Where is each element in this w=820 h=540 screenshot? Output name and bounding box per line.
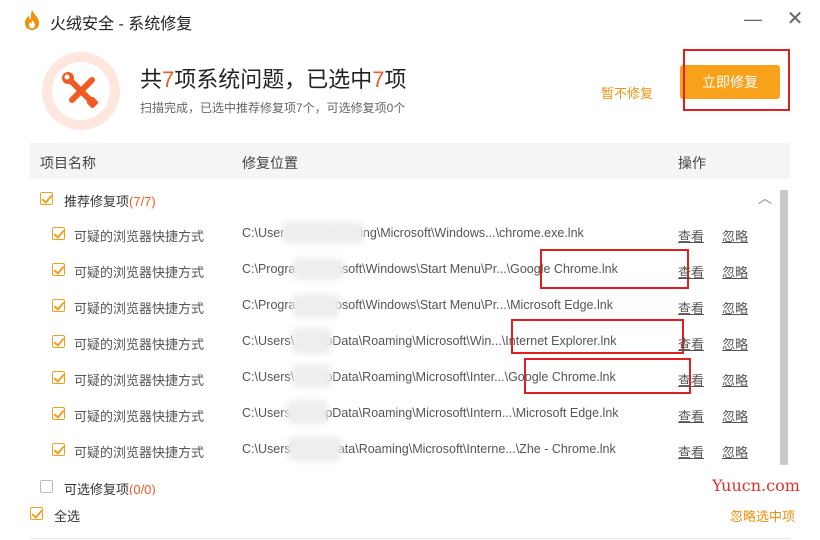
group-recommended[interactable]: 推荐修复项(7/7) ︿ (30, 182, 790, 216)
view-link[interactable]: 查看 (678, 262, 704, 281)
row-name: 可疑的浏览器快捷方式 (74, 301, 205, 316)
view-link[interactable]: 查看 (678, 298, 704, 317)
group-optional-label: 可选修复项(0/0) (64, 479, 156, 496)
summary-title-middle: 项系统问题，已选中 (174, 67, 373, 92)
privacy-blur (282, 222, 364, 244)
huorong-logo-icon (25, 10, 39, 30)
row-name: 可疑的浏览器快捷方式 (74, 445, 205, 460)
select-all-label[interactable]: 全选 (54, 506, 80, 525)
row-name: 可疑的浏览器快捷方式 (74, 265, 205, 280)
view-link[interactable]: 查看 (678, 442, 704, 461)
group-recommended-checkbox[interactable] (40, 192, 53, 205)
column-header-name: 项目名称 (40, 155, 96, 171)
chevron-up-icon[interactable]: ︿ (758, 188, 772, 208)
table-row: 可疑的浏览器快捷方式 C:\User…Data\Roaming\Microsof… (30, 216, 780, 252)
table-row: 可疑的浏览器快捷方式 C:\Users\…\AppData\Roaming\Mi… (30, 396, 780, 432)
ignore-link[interactable]: 忽略 (722, 442, 748, 461)
ignore-selected-link[interactable]: 忽略选中项 (730, 506, 795, 525)
skip-repair-link[interactable]: 暂不修复 (601, 83, 653, 102)
repair-list: 可疑的浏览器快捷方式 C:\User…Data\Roaming\Microsof… (30, 216, 780, 468)
privacy-blur (286, 400, 328, 424)
row-name: 可疑的浏览器快捷方式 (74, 229, 205, 244)
repair-badge-inner (52, 62, 110, 120)
row-name: 可疑的浏览器快捷方式 (74, 409, 205, 424)
repair-badge (42, 52, 120, 130)
view-link[interactable]: 查看 (678, 226, 704, 245)
summary-title-suffix: 项 (384, 67, 407, 92)
select-all-checkbox[interactable] (30, 507, 43, 520)
summary-title-prefix: 共 (140, 67, 163, 92)
ignore-link[interactable]: 忽略 (722, 226, 748, 245)
group-optional[interactable]: 可选修复项(0/0) (30, 476, 770, 496)
footer-bar: 全选 忽略选中项 (0, 495, 820, 540)
ignore-link[interactable]: 忽略 (722, 370, 748, 389)
table-row: 可疑的浏览器快捷方式 C:\Users\…AppData\Roaming\Mic… (30, 432, 780, 468)
row-checkbox[interactable] (52, 227, 65, 240)
summary-subtitle: 扫描完成，已选中推荐修复项7个，可选修复项0个 (140, 101, 406, 115)
selected-count: 7 (372, 67, 385, 92)
ignore-link[interactable]: 忽略 (722, 262, 748, 281)
row-checkbox[interactable] (52, 371, 65, 384)
row-checkbox[interactable] (52, 263, 65, 276)
privacy-blur (292, 294, 340, 318)
row-checkbox[interactable] (52, 335, 65, 348)
row-checkbox[interactable] (52, 407, 65, 420)
table-row: 可疑的浏览器快捷方式 C:\Progra…\Microsoft\Windows\… (30, 288, 780, 324)
row-checkbox[interactable] (52, 443, 65, 456)
footer-divider (30, 538, 790, 539)
privacy-blur (292, 364, 332, 388)
row-checkbox[interactable] (52, 299, 65, 312)
ignore-link[interactable]: 忽略 (722, 406, 748, 425)
ignore-link[interactable]: 忽略 (722, 334, 748, 353)
table-row: 可疑的浏览器快捷方式 C:\Progra…\Microsoft\Windows\… (30, 252, 780, 288)
column-header-action: 操作 (678, 155, 706, 171)
minimize-button[interactable]: — (742, 8, 764, 30)
total-count: 7 (162, 67, 175, 92)
close-button[interactable]: ✕ (784, 8, 806, 30)
table-header: 项目名称 修复位置 操作 (30, 143, 790, 179)
group-recommended-count: (7/7) (129, 194, 156, 209)
view-link[interactable]: 查看 (678, 406, 704, 425)
view-link[interactable]: 查看 (678, 370, 704, 389)
table-row: 可疑的浏览器快捷方式 C:\Users\…\AppData\Roaming\Mi… (30, 324, 780, 360)
view-link[interactable]: 查看 (678, 334, 704, 353)
privacy-blur (288, 436, 342, 462)
group-recommended-label: 推荐修复项(7/7) (64, 191, 156, 210)
window-title: 火绒安全 - 系统修复 (50, 16, 193, 33)
group-optional-checkbox[interactable] (40, 480, 53, 493)
row-name: 可疑的浏览器快捷方式 (74, 337, 205, 352)
privacy-blur (292, 258, 344, 280)
summary-title: 共7项系统问题，已选中7项 (140, 62, 407, 94)
privacy-blur (292, 328, 332, 354)
group-optional-title: 可选修复项 (64, 482, 130, 496)
table-row: 可疑的浏览器快捷方式 C:\Users\…\AppData\Roaming\Mi… (30, 360, 780, 396)
group-recommended-title: 推荐修复项 (64, 194, 130, 209)
title-bar: 火绒安全 - 系统修复 — ✕ (0, 0, 820, 40)
row-name: 可疑的浏览器快捷方式 (74, 373, 205, 388)
group-optional-count: (0/0) (129, 482, 156, 496)
fix-now-button[interactable]: 立即修复 (680, 65, 780, 99)
watermark: Yuucn.com (712, 476, 800, 495)
ignore-link[interactable]: 忽略 (722, 298, 748, 317)
scrollbar-thumb[interactable] (780, 190, 788, 465)
column-header-path: 修复位置 (242, 155, 298, 171)
wrench-screwdriver-icon (62, 72, 99, 109)
